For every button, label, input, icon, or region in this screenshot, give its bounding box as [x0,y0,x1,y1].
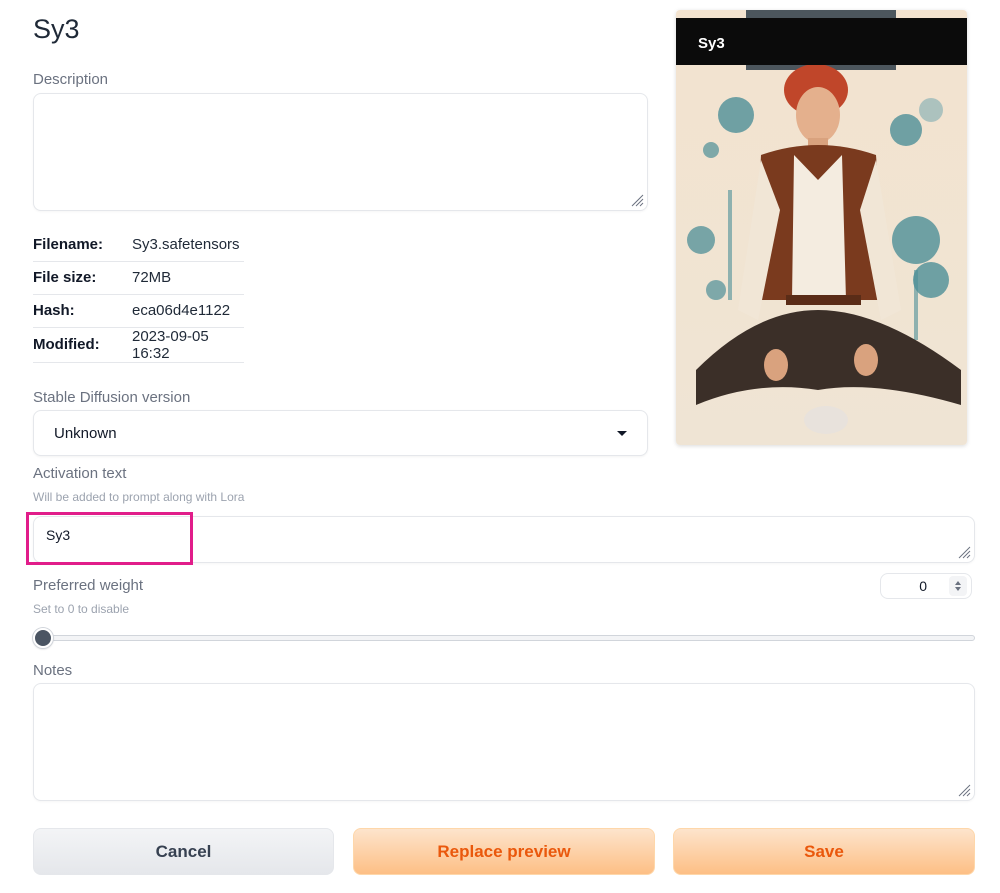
activation-label: Activation text [33,465,127,482]
weight-hint: Set to 0 to disable [33,602,130,616]
spinner-icon[interactable] [949,576,967,596]
description-label: Description [33,71,109,88]
description-textarea[interactable] [34,94,647,210]
weight-slider-thumb[interactable] [33,628,53,648]
highlight-box [26,512,193,565]
replace-preview-button[interactable]: Replace preview [353,828,655,875]
weight-value: 0 [919,578,927,594]
notes-field[interactable] [33,683,975,801]
resize-grip-icon[interactable] [957,545,971,559]
sd-version-select[interactable]: Unknown [33,410,648,456]
sd-version-value: Unknown [54,424,117,442]
activation-hint: Will be added to prompt along with Lora [33,490,245,504]
weight-number-input[interactable]: 0 [880,573,972,599]
file-info-value: 72MB [132,261,244,295]
spin-up-icon[interactable] [955,581,961,585]
cancel-button[interactable]: Cancel [33,828,334,875]
file-info-key: File size: [33,261,132,295]
spin-down-icon[interactable] [955,587,961,591]
file-info-value: Sy3.safetensors [132,228,244,262]
file-info-row: File size: 72MB [33,261,244,295]
weight-slider-track[interactable] [43,635,975,641]
preview-image[interactable]: Sy3 [676,10,967,445]
file-info-key: Modified: [33,327,132,363]
notes-label: Notes [33,662,73,679]
file-info-row: Modified: 2023-09-05 16:32 [33,327,244,363]
weight-label: Preferred weight [33,577,144,594]
page-title: Sy3 [33,14,80,44]
resize-grip-icon[interactable] [630,193,644,207]
file-info-row: Hash: eca06d4e1122 [33,294,244,328]
preview-label: Sy3 [698,35,725,52]
save-button[interactable]: Save [673,828,975,875]
notes-textarea[interactable] [34,684,974,800]
file-info-value: 2023-09-05 16:32 [132,327,244,363]
sd-version-label: Stable Diffusion version [33,389,191,406]
file-info-value: eca06d4e1122 [132,294,244,328]
resize-grip-icon[interactable] [957,783,971,797]
file-info-key: Filename: [33,228,132,262]
file-info-key: Hash: [33,294,132,328]
file-info-table: Filename: Sy3.safetensors File size: 72M… [33,228,244,363]
file-info-row: Filename: Sy3.safetensors [33,228,244,262]
chevron-down-icon [617,430,627,436]
preview-illustration [676,10,967,445]
description-field[interactable] [33,93,648,211]
